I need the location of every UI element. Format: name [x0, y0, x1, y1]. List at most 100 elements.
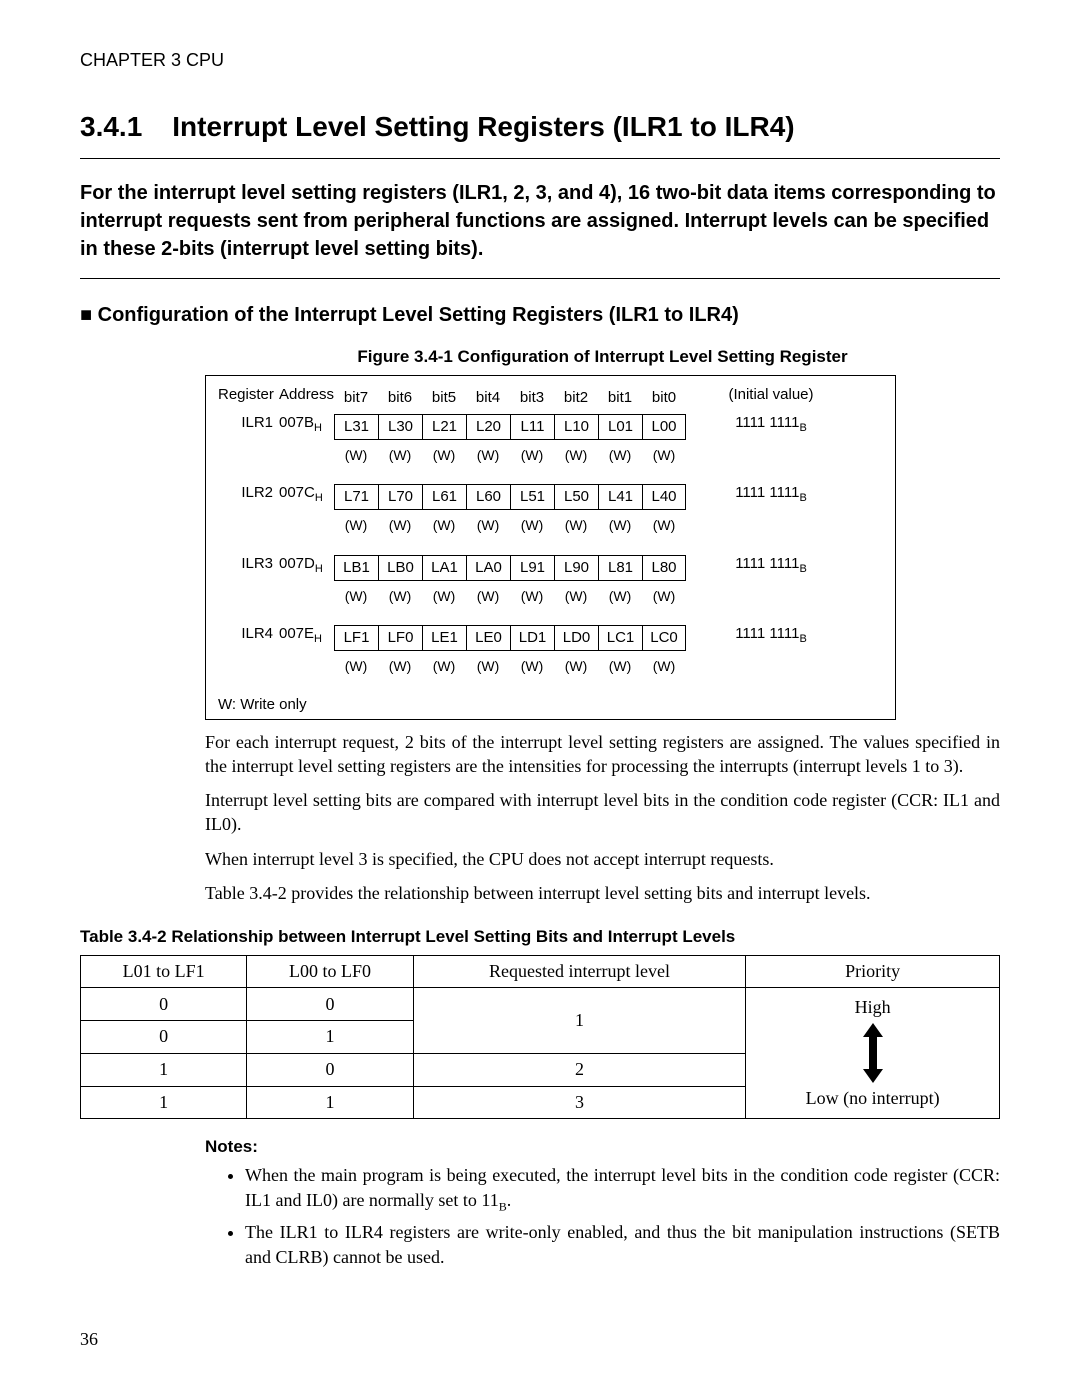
bit-label: L60 [466, 484, 510, 510]
bit-access: (W) [510, 514, 554, 536]
body-paragraph: When interrupt level 3 is specified, the… [205, 847, 1000, 871]
bit-label: LA0 [466, 555, 510, 581]
bit-head: bit4 [466, 386, 510, 410]
bit-head: bit1 [598, 386, 642, 410]
section-title: 3.4.1 Interrupt Level Setting Registers … [80, 111, 1000, 143]
bit-label: L51 [510, 484, 554, 510]
bit-label: LD0 [554, 625, 598, 651]
bit-head: bit5 [422, 386, 466, 410]
reg-name: ILR4 [218, 625, 279, 642]
bit-access: (W) [422, 514, 466, 536]
bit-head: bit2 [554, 386, 598, 410]
chapter-header: CHAPTER 3 CPU [80, 50, 1000, 71]
config-subheading: ■ Configuration of the Interrupt Level S… [80, 304, 1000, 327]
cell: 1 [81, 1086, 247, 1119]
section-heading: Interrupt Level Setting Registers (ILR1 … [172, 111, 794, 143]
cell-level-3: 3 [413, 1086, 746, 1119]
notes-list: When the main program is being executed,… [245, 1163, 1000, 1269]
bit-access: (W) [642, 514, 686, 536]
body-paragraph: Interrupt level setting bits are compare… [205, 788, 1000, 837]
bit-access: (W) [334, 585, 378, 607]
register-diagram: Register Address bit7 bit6 bit5 bit4 bit… [205, 375, 896, 720]
bit-label: L81 [598, 555, 642, 581]
reg-w-row: (W)(W)(W)(W)(W)(W)(W)(W) [218, 585, 883, 607]
bit-access: (W) [598, 585, 642, 607]
bit-access: (W) [466, 444, 510, 466]
cell-priority: High Low (no interrupt) [746, 988, 1000, 1119]
reg-row: ILR1007BHL31L30L21L20L11L10L01L001111 11… [218, 414, 883, 440]
bit-access: (W) [378, 585, 422, 607]
th-priority: Priority [746, 956, 1000, 988]
regbox-footnote: W: Write only [218, 696, 883, 713]
col-initial: (Initial value) [716, 386, 826, 403]
bit-label: L71 [334, 484, 378, 510]
reg-initial-value: 1111 1111B [716, 414, 826, 434]
reg-address: 007EH [279, 625, 334, 645]
divider [80, 158, 1000, 159]
cell: 0 [81, 1021, 247, 1054]
bit-access: (W) [554, 444, 598, 466]
note-text: When the main program is being executed,… [245, 1165, 1000, 1209]
col-register: Register [218, 386, 279, 403]
bit-head: bit0 [642, 386, 686, 410]
bit-label: L31 [334, 414, 378, 440]
reg-address: 007BH [279, 414, 334, 434]
bit-access: (W) [334, 444, 378, 466]
bit-access: (W) [334, 514, 378, 536]
notes-heading: Notes: [205, 1137, 1000, 1157]
bit-access: (W) [334, 655, 378, 677]
bit-head: bit7 [334, 386, 378, 410]
bit-label: LE0 [466, 625, 510, 651]
body-paragraph: Table 3.4-2 provides the relationship be… [205, 881, 1000, 905]
bit-access: (W) [598, 655, 642, 677]
bit-label: LF0 [378, 625, 422, 651]
priority-arrow-icon [860, 1023, 886, 1083]
cell: 0 [247, 988, 413, 1021]
bit-label: LF1 [334, 625, 378, 651]
reg-address: 007DH [279, 555, 334, 575]
bit-label: LB1 [334, 555, 378, 581]
cell: 1 [81, 1053, 247, 1086]
bit-access: (W) [598, 444, 642, 466]
bit-access: (W) [642, 585, 686, 607]
bit-access: (W) [378, 514, 422, 536]
cell-level-2: 2 [413, 1053, 746, 1086]
reg-row: ILR3007DHLB1LB0LA1LA0L91L90L81L801111 11… [218, 555, 883, 581]
th-req-level: Requested interrupt level [413, 956, 746, 988]
section-number: 3.4.1 [80, 111, 142, 143]
reg-row: ILR2007CHL71L70L61L60L51L50L41L401111 11… [218, 484, 883, 510]
bit-label: LE1 [422, 625, 466, 651]
figure-caption: Figure 3.4-1 Configuration of Interrupt … [205, 347, 1000, 367]
table-caption: Table 3.4-2 Relationship between Interru… [80, 927, 1000, 947]
bit-access: (W) [422, 655, 466, 677]
table-row: 0 0 1 High Low (no interrupt) [81, 988, 1000, 1021]
bit-access: (W) [554, 514, 598, 536]
reg-address: 007CH [279, 484, 334, 504]
reg-initial-value: 1111 1111B [716, 484, 826, 504]
bit-access: (W) [422, 585, 466, 607]
bit-access: (W) [422, 444, 466, 466]
th-l00-lf0: L00 to LF0 [247, 956, 413, 988]
bit-access: (W) [378, 655, 422, 677]
bit-label: LC0 [642, 625, 686, 651]
note-item: When the main program is being executed,… [245, 1163, 1000, 1214]
bit-access: (W) [642, 655, 686, 677]
bit-label: L40 [642, 484, 686, 510]
body-paragraph: For each interrupt request, 2 bits of th… [205, 730, 1000, 779]
bit-label: LC1 [598, 625, 642, 651]
bit-label: L10 [554, 414, 598, 440]
bit-label: L61 [422, 484, 466, 510]
note-item: The ILR1 to ILR4 registers are write-onl… [245, 1220, 1000, 1269]
bit-access: (W) [642, 444, 686, 466]
priority-high: High [855, 997, 891, 1018]
relationship-table: L01 to LF1 L00 to LF0 Requested interrup… [80, 955, 1000, 1119]
bit-label: L91 [510, 555, 554, 581]
note-sub: B [499, 1199, 507, 1213]
reg-row: ILR4007EHLF1LF0LE1LE0LD1LD0LC1LC01111 11… [218, 625, 883, 651]
bit-label: LA1 [422, 555, 466, 581]
reg-initial-value: 1111 1111B [716, 555, 826, 575]
bit-label: LD1 [510, 625, 554, 651]
reg-w-row: (W)(W)(W)(W)(W)(W)(W)(W) [218, 655, 883, 677]
bit-label: L50 [554, 484, 598, 510]
bit-head: bit3 [510, 386, 554, 410]
